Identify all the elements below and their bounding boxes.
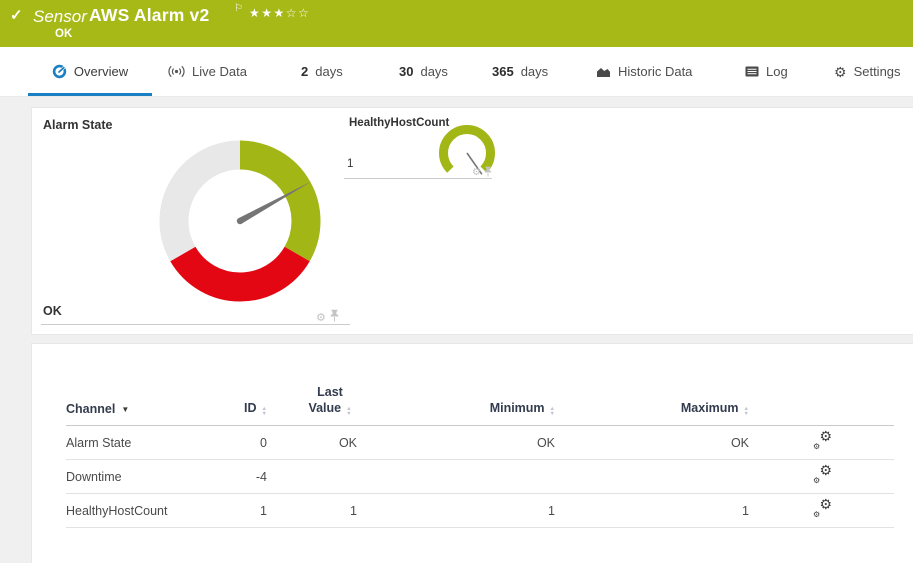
- cell-last-value: [269, 460, 359, 494]
- tab-live-data[interactable]: Live Data: [168, 47, 247, 96]
- sensor-header-bar: ✓ Sensor AWS Alarm v2 ⚐ ★★★☆☆ OK: [0, 0, 913, 47]
- overview-gauges-panel: Alarm State OK ⚙ HealthyHostCount 1 ⚙: [31, 107, 913, 335]
- tab-30-days-label: days: [420, 64, 447, 79]
- stars-empty[interactable]: ☆☆: [286, 6, 311, 20]
- tab-2-days-label: days: [315, 64, 342, 79]
- cell-channel-name: Alarm State: [66, 426, 231, 460]
- table-row: Downtime -4 ⚙⚙: [66, 460, 894, 494]
- tab-30-days-number: 30: [399, 64, 413, 79]
- tab-30-days[interactable]: 30 days: [399, 47, 448, 96]
- primary-gauge-value: OK: [43, 304, 62, 318]
- cell-channel-name: HealthyHostCount: [66, 494, 231, 528]
- table-row: HealthyHostCount 1 1 1 1 ⚙⚙: [66, 494, 894, 528]
- pin-icon[interactable]: [330, 309, 339, 327]
- primary-gauge-divider: [41, 324, 350, 325]
- tab-365-days-label: days: [521, 64, 548, 79]
- column-header-last-value[interactable]: Last Value▲▼: [269, 384, 359, 426]
- gauge-segment-alarm: [183, 254, 297, 287]
- cell-minimum: [359, 460, 557, 494]
- alarm-state-gauge: [159, 140, 321, 307]
- cell-id: 1: [231, 494, 269, 528]
- priority-stars[interactable]: ★★★☆☆: [249, 6, 310, 20]
- tab-2-days[interactable]: 2 days: [301, 47, 343, 96]
- tab-overview-label: Overview: [74, 64, 128, 79]
- live-data-icon: [168, 65, 185, 78]
- log-icon: [745, 66, 759, 77]
- sensor-title: AWS Alarm v2: [89, 5, 209, 26]
- tab-historic-data-label: Historic Data: [618, 64, 692, 79]
- channels-table-panel: Channel▼ ID▲▼ Last Value▲▼ Minimum▲▼ Max…: [31, 343, 913, 563]
- tab-overview[interactable]: Overview: [28, 47, 152, 96]
- secondary-gauge-actions: ⚙: [472, 164, 492, 182]
- sensor-status-text: OK: [55, 28, 72, 40]
- cell-id: 0: [231, 426, 269, 460]
- settings-gear-icon: ⚙: [834, 65, 847, 79]
- cell-id: -4: [231, 460, 269, 494]
- channels-table: Channel▼ ID▲▼ Last Value▲▼ Minimum▲▼ Max…: [66, 384, 894, 528]
- table-row: Alarm State 0 OK OK OK ⚙⚙: [66, 426, 894, 460]
- cell-maximum: 1: [557, 494, 751, 528]
- stars-filled[interactable]: ★★★: [249, 6, 286, 20]
- sort-icon: ▲▼: [346, 407, 351, 416]
- cell-last-value: 1: [269, 494, 359, 528]
- tab-settings[interactable]: ⚙ Settings: [834, 47, 901, 96]
- cell-last-value: OK: [269, 426, 359, 460]
- pin-icon[interactable]: [484, 164, 492, 182]
- column-header-channel[interactable]: Channel▼: [66, 384, 231, 426]
- channel-settings-gears-icon[interactable]: ⚙⚙: [812, 433, 833, 450]
- object-kind-label: Sensor: [33, 7, 87, 27]
- tab-bar: Overview Live Data 2 days 30 days 365 da…: [0, 47, 913, 97]
- cell-minimum: 1: [359, 494, 557, 528]
- table-header-row: Channel▼ ID▲▼ Last Value▲▼ Minimum▲▼ Max…: [66, 384, 894, 426]
- sort-caret-down-icon: ▼: [121, 405, 129, 414]
- gauge-icon: [52, 64, 67, 79]
- tab-settings-label: Settings: [854, 64, 901, 79]
- channel-settings-gears-icon[interactable]: ⚙⚙: [812, 501, 833, 518]
- priority-flag-icon: ⚐: [234, 3, 243, 14]
- tab-365-days[interactable]: 365 days: [492, 47, 548, 96]
- primary-gauge-actions: ⚙: [316, 309, 339, 327]
- cell-maximum: [557, 460, 751, 494]
- tab-live-data-label: Live Data: [192, 64, 247, 79]
- channel-settings-gears-icon[interactable]: ⚙⚙: [812, 467, 833, 484]
- channel-gear-icon[interactable]: ⚙: [472, 168, 481, 178]
- historic-data-icon: [596, 66, 611, 78]
- sort-icon: ▲▼: [744, 407, 749, 416]
- secondary-gauge-divider: [344, 178, 492, 179]
- tab-log[interactable]: Log: [745, 47, 788, 96]
- tab-365-days-number: 365: [492, 64, 514, 79]
- column-header-maximum[interactable]: Maximum▲▼: [557, 384, 751, 426]
- cell-maximum: OK: [557, 426, 751, 460]
- tab-historic-data[interactable]: Historic Data: [596, 47, 692, 96]
- channel-gear-icon[interactable]: ⚙: [316, 313, 326, 324]
- column-header-edit: [751, 384, 894, 426]
- gauge-segment-nodata: [174, 155, 240, 254]
- status-ok-check-icon: ✓: [10, 6, 23, 24]
- primary-gauge-title: Alarm State: [43, 118, 112, 132]
- tab-2-days-number: 2: [301, 64, 308, 79]
- cell-channel-name: Downtime: [66, 460, 231, 494]
- column-header-minimum[interactable]: Minimum▲▼: [359, 384, 557, 426]
- tab-log-label: Log: [766, 64, 788, 79]
- sort-icon: ▲▼: [262, 407, 267, 416]
- cell-minimum: OK: [359, 426, 557, 460]
- sort-icon: ▲▼: [550, 407, 555, 416]
- column-header-id[interactable]: ID▲▼: [231, 384, 269, 426]
- secondary-gauge-value: 1: [347, 158, 353, 170]
